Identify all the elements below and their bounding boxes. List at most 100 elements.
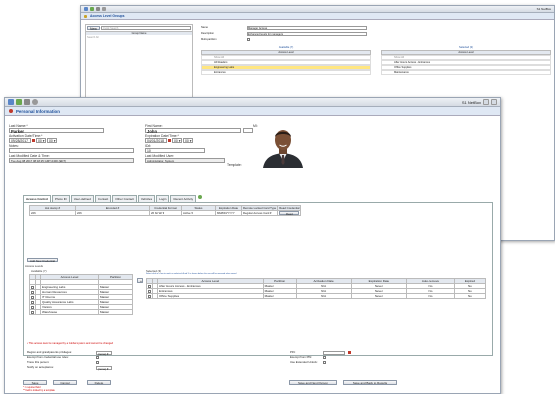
tab-recent-activity[interactable]: Recent Activity — [170, 195, 197, 202]
name-label: Name — [201, 26, 208, 29]
region-select[interactable]: (none) ▾ — [96, 350, 112, 356]
table-row[interactable]: Office Supplies Master N/A Never No No — [146, 293, 487, 299]
cred-encoded[interactable]: 226 — [75, 210, 150, 216]
row-checkbox[interactable] — [31, 300, 34, 304]
delete-button[interactable]: Delete — [87, 380, 111, 385]
exempt-rules-checkbox[interactable] — [96, 356, 99, 359]
credential-row[interactable]: 226 226 26 bit Wi ▾ Active ▾ MM/DD/YYYY … — [29, 210, 302, 216]
add-credential-button[interactable]: Add New Credential — [27, 258, 58, 263]
cred-col-expiration: Expiration Date — [215, 205, 242, 211]
activation-cell: N/A — [295, 293, 352, 299]
help-icon[interactable] — [483, 99, 489, 105]
cred-expiration-field[interactable]: MM/DD/YYYY — [215, 210, 242, 216]
activation-date-field[interactable]: 09/28/2017 — [9, 138, 31, 143]
save-back-results-button[interactable]: Save and Back to Results — [343, 380, 397, 385]
tab-login[interactable]: Login — [156, 195, 170, 202]
group-detail-panel: Name Manager Access Description Enhanced l… — [201, 26, 551, 45]
gear-icon[interactable] — [96, 7, 100, 11]
quick-search-input[interactable]: Quick Search — [100, 26, 191, 30]
row-checkbox[interactable] — [31, 290, 34, 294]
first-name-field[interactable]: John — [145, 128, 241, 134]
description-field[interactable]: Enhanced levels for managers — [247, 32, 367, 36]
calendar-icon[interactable] — [32, 139, 35, 142]
search-all-field[interactable]: Search All — [86, 35, 192, 40]
tab-vehicles[interactable]: Vehicles — [137, 195, 156, 202]
options-left: Region and grandparents privileges: (none… — [27, 350, 112, 371]
home-icon[interactable] — [8, 99, 14, 105]
user-icon[interactable] — [90, 7, 94, 11]
person-fields-mid: First Name: MI: John Expiration Date/Time… — [145, 124, 265, 163]
refresh-icon[interactable] — [198, 195, 203, 199]
search-icon[interactable] — [32, 99, 38, 105]
autoremove-cell: No — [406, 293, 455, 299]
cred-hotstamp[interactable]: 226 — [29, 210, 76, 216]
cred-format-select[interactable]: 26 bit Wi ▾ — [149, 210, 182, 216]
partition-cell: Master — [98, 309, 133, 315]
expiration-hour-select[interactable]: 00 ▾ — [172, 138, 182, 143]
row-checkbox[interactable] — [31, 310, 34, 314]
search-icon[interactable] — [102, 7, 106, 11]
tab-access-control[interactable]: Access Control — [23, 195, 52, 202]
tab-other-contact[interactable]: Other Contact — [112, 195, 137, 202]
activation-minute-select[interactable]: 00 ▾ — [47, 138, 57, 143]
mi-field[interactable] — [243, 128, 253, 133]
gear-icon[interactable] — [24, 99, 30, 105]
multi-partition-label: Multi-partition — [201, 38, 217, 41]
description-label: Description — [201, 32, 214, 35]
trace-checkbox[interactable] — [96, 361, 99, 364]
new-group-button[interactable]: New — [87, 26, 100, 31]
tab-contact[interactable]: Contact — [94, 195, 112, 202]
last-name-field[interactable]: Parker — [9, 128, 104, 134]
expiration-date-field[interactable]: 04/01/2018 — [145, 138, 167, 143]
notify-label: Notify on acceptance: — [27, 365, 54, 369]
move-right-button[interactable]: » — [137, 278, 143, 283]
table-row[interactable]: Warehouse Master — [29, 309, 133, 315]
notes-field[interactable] — [9, 148, 134, 153]
last-modified-user-field: Administrator, System — [145, 158, 225, 163]
row-checkbox[interactable] — [31, 285, 34, 289]
tab-user-defined[interactable]: User-defined — [70, 195, 94, 202]
back-available-row[interactable]: Entrances — [201, 70, 371, 75]
row-checkbox[interactable] — [31, 305, 34, 309]
row-checkbox[interactable] — [148, 284, 151, 288]
cred-col-card-type: Remote Locked Card Type — [240, 205, 279, 211]
notify-select[interactable]: (none) ▾ — [96, 365, 112, 371]
access-levels-label: Access Levels — [25, 264, 43, 268]
save-button[interactable]: Save — [23, 380, 47, 385]
expiration-minute-select[interactable]: 00 ▾ — [183, 138, 193, 143]
expiration-cell: Never — [350, 293, 408, 299]
cred-card-type-select[interactable]: Regular Access Card ▾ — [240, 210, 279, 216]
back-selected-row[interactable]: Maintenance — [381, 70, 551, 75]
user-icon[interactable] — [16, 99, 22, 105]
name-field[interactable]: Manager Access — [247, 26, 367, 30]
pin-reveal-icon[interactable] — [348, 351, 351, 354]
row-checkbox[interactable] — [148, 294, 151, 298]
back-toolbar: S1 NetBox — [81, 6, 554, 13]
exempt-pin-checkbox[interactable] — [323, 356, 326, 359]
home-icon[interactable] — [84, 7, 88, 11]
calendar-icon[interactable] — [168, 139, 171, 142]
access-level-cell: Warehouse — [40, 309, 99, 315]
person-photo[interactable] — [261, 124, 305, 168]
multi-partition-checkbox[interactable] — [247, 38, 250, 41]
id-field[interactable]: 10 — [145, 148, 205, 153]
activation-hour-select[interactable]: 00 ▾ — [36, 138, 46, 143]
cred-col-read: Read Credential — [277, 205, 302, 211]
cred-status-select[interactable]: Active ▾ — [181, 210, 216, 216]
row-checkbox[interactable] — [31, 295, 34, 299]
save-next-person-button[interactable]: Save and Next Person — [289, 380, 337, 385]
read-credential-button[interactable]: Read — [279, 211, 300, 216]
mi-label: MI: — [253, 124, 258, 128]
template-lock-note: ** field is locked by a template — [23, 389, 55, 392]
tab-photo-id[interactable]: Photo ID — [52, 195, 70, 202]
cred-col-format: Credential Format — [149, 205, 182, 211]
extended-unlock-checkbox[interactable] — [323, 361, 326, 364]
row-checkbox[interactable] — [148, 289, 151, 293]
back-available-panel: Available (7) Access Level Show All All … — [201, 46, 371, 75]
menu-icon[interactable] — [491, 99, 497, 105]
personal-information-window: S1 NetBox Personal Information Last Name… — [4, 97, 501, 394]
template-label: Template: — [227, 163, 242, 167]
back-page-title: Access Level Groups — [81, 13, 554, 20]
pin-field[interactable] — [323, 350, 345, 355]
cancel-button[interactable]: Cancel — [53, 380, 77, 385]
